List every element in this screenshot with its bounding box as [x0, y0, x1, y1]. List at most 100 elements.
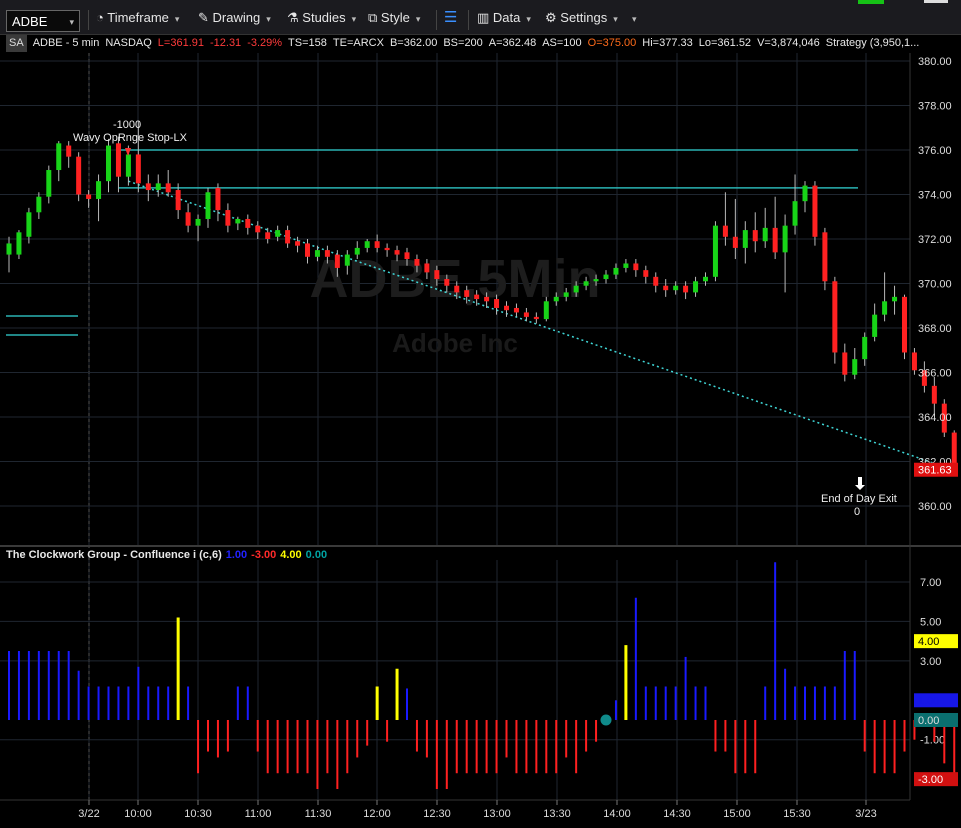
price-tick-label: 368.00	[918, 323, 952, 335]
time-tick-label: 12:30	[423, 808, 451, 820]
candle-body	[434, 270, 440, 280]
price-tick-label: 378.00	[918, 101, 952, 113]
candle-body	[414, 259, 420, 266]
candle-body	[464, 290, 470, 297]
candle-body	[324, 250, 330, 257]
candle-body	[314, 250, 320, 257]
price-tick-label: 364.00	[918, 412, 952, 424]
candle-body	[444, 279, 450, 286]
indicator-value-red: -3.00	[251, 549, 277, 561]
candle-body	[26, 212, 32, 237]
candle-body	[583, 281, 589, 286]
time-tick-label: 10:00	[124, 808, 152, 820]
candle-body	[215, 187, 221, 211]
candle-body	[504, 305, 509, 311]
price-tick-label: 380.00	[918, 56, 952, 68]
time-tick-label: 14:30	[663, 808, 691, 820]
candle-body	[354, 247, 360, 255]
candle-body	[862, 336, 868, 360]
candle-body	[573, 285, 579, 293]
candle-body	[305, 243, 310, 257]
time-tick-label: 10:30	[184, 808, 212, 820]
candle-body	[563, 292, 569, 297]
time-tick-label: 15:30	[783, 808, 811, 820]
last-price-text: 361.63	[918, 465, 952, 477]
candle-body	[265, 232, 271, 239]
candle-body	[86, 194, 92, 199]
candle-body	[543, 301, 549, 320]
candle-body	[36, 196, 42, 213]
candle-body	[46, 170, 52, 197]
candle-body	[205, 192, 211, 219]
candle-body	[663, 285, 669, 291]
price-tick-label: 376.00	[918, 145, 952, 157]
candle-body	[722, 225, 728, 237]
candle-body	[712, 225, 718, 277]
candle-body	[633, 263, 639, 271]
candle-body	[872, 314, 878, 337]
candle-body	[6, 243, 12, 255]
candle-body	[882, 301, 888, 315]
time-tick-label: 11:30	[305, 808, 332, 820]
indicator-value-text: -3.00	[918, 774, 943, 786]
candle-body	[364, 241, 370, 248]
candle-body	[295, 241, 301, 246]
indicator-value-text: 0.00	[918, 715, 939, 727]
watermark-company: Adobe Inc	[392, 328, 518, 358]
candle-body	[623, 263, 629, 268]
candle-body	[812, 185, 818, 237]
candle-body	[822, 232, 828, 282]
candle-body	[135, 154, 141, 184]
indicator-tick-label: -1.00	[920, 735, 945, 747]
candle-body	[513, 307, 519, 313]
candle-body	[275, 230, 281, 237]
candle-body	[155, 183, 161, 191]
candle-body	[752, 230, 758, 242]
indicator-value-teal: 0.00	[305, 549, 328, 561]
time-tick-label: 11:00	[245, 808, 272, 820]
candle-body	[673, 285, 679, 291]
candle-body	[344, 254, 350, 266]
candle-body	[394, 250, 400, 255]
candle-body	[474, 294, 480, 300]
candle-body	[125, 154, 131, 177]
candle-body	[106, 145, 111, 182]
chart-canvas[interactable]: ADBE,5Min Adobe Inc -1000 Wavy OpRnge St…	[0, 0, 961, 828]
candle-body	[484, 296, 490, 302]
candle-body	[165, 183, 171, 193]
exit-label: End of Day Exit	[821, 493, 897, 505]
candle-body	[115, 143, 121, 177]
candle-body	[693, 281, 699, 293]
candle-body	[931, 385, 937, 404]
indicator-value-text: 4.00	[918, 636, 939, 648]
candle-body	[553, 296, 559, 302]
candle-body	[235, 218, 241, 224]
candle-body	[56, 143, 62, 171]
indicator-name: The Clockwork Group - Confluence i (c,6)	[6, 549, 222, 561]
candle-body	[782, 225, 788, 253]
time-tick-label: 15:00	[723, 808, 751, 820]
indicator-value-blue: 1.00	[225, 549, 248, 561]
candle-body	[185, 212, 191, 226]
candle-body	[742, 230, 748, 248]
indicator-title: The Clockwork Group - Confluence i (c,6)…	[6, 549, 331, 561]
candle-body	[832, 281, 838, 353]
time-tick-label: 14:00	[603, 808, 631, 820]
candle-body	[334, 254, 340, 268]
candle-body	[16, 232, 22, 255]
exit-qty: 0	[854, 506, 860, 518]
chart-background	[0, 53, 961, 828]
candle-body	[494, 299, 500, 308]
candle-body	[523, 312, 529, 317]
indicator-tick-label: 5.00	[920, 616, 941, 628]
candle-body	[762, 227, 768, 242]
candle-body	[603, 274, 609, 280]
candle-body	[703, 276, 708, 282]
candle-body	[66, 145, 72, 157]
candle-body	[225, 210, 231, 226]
candle-body	[96, 181, 102, 199]
candle-body	[902, 296, 907, 353]
price-tick-label: 370.00	[918, 279, 952, 291]
candle-body	[911, 352, 917, 371]
candle-body	[802, 185, 808, 202]
